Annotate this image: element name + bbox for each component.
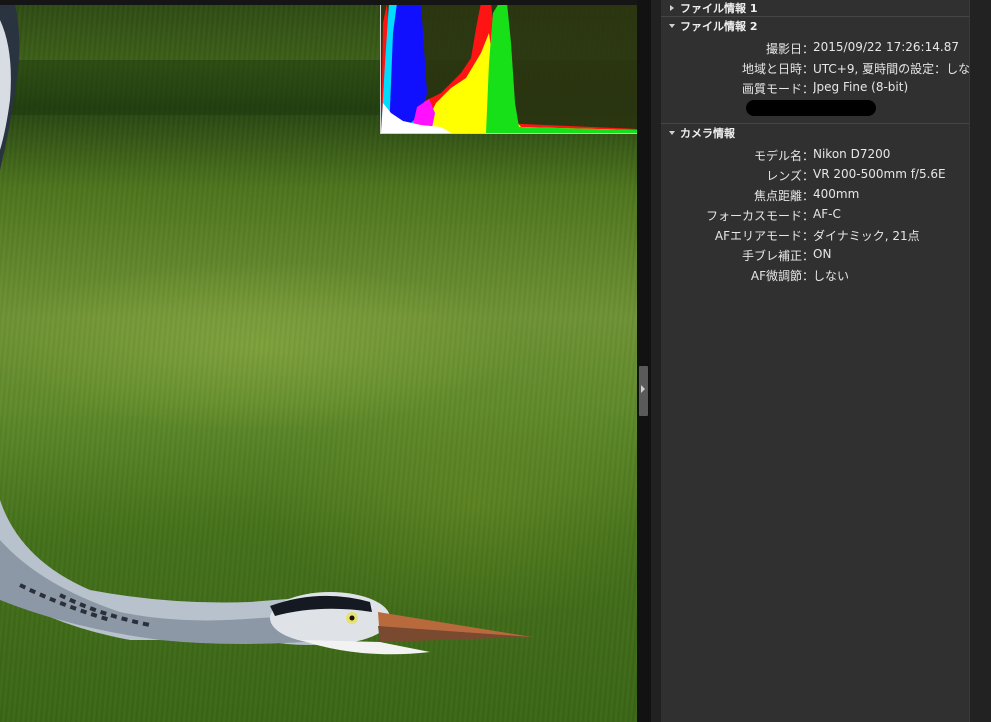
photo-viewer[interactable] bbox=[0, 0, 637, 722]
panel-gutter bbox=[651, 0, 661, 722]
viewer-top-bar bbox=[0, 0, 637, 5]
info-value: AF-C bbox=[813, 207, 841, 221]
info-row-focal-length: 焦点距離 ： 400mm bbox=[661, 185, 969, 205]
info-label: 地域と日時 bbox=[741, 62, 802, 76]
info-label: AFエリアモード bbox=[714, 229, 802, 243]
info-value: 400mm bbox=[813, 187, 860, 201]
info-value: ダイナミック, 21点 bbox=[813, 229, 920, 243]
histogram bbox=[380, 3, 637, 134]
info-label: 手ブレ補正 bbox=[741, 249, 802, 263]
panel-scrollbar[interactable] bbox=[969, 0, 991, 722]
triangle-right-icon bbox=[670, 5, 674, 11]
section-file-info-2-header[interactable]: ファイル情報 2 bbox=[666, 18, 757, 34]
triangle-down-icon bbox=[669, 131, 675, 135]
info-row-af-fine-tune: AF微調節 ： しない bbox=[661, 265, 969, 285]
info-label: AF微調節 bbox=[750, 269, 802, 283]
info-value: 2015/09/22 17:26:14.87 bbox=[813, 40, 959, 54]
info-label: 焦点距離 bbox=[753, 189, 802, 203]
section-title: カメラ情報 bbox=[680, 127, 735, 140]
panel-divider[interactable] bbox=[637, 0, 651, 722]
info-value: Jpeg Fine (8-bit) bbox=[813, 80, 909, 94]
redaction-mark bbox=[746, 100, 876, 116]
info-label: モデル名 bbox=[753, 149, 802, 163]
info-label: 撮影日 bbox=[765, 42, 802, 56]
info-value: ON bbox=[813, 247, 832, 261]
info-row-lens: レンズ ： VR 200-500mm f/5.6E bbox=[661, 165, 969, 185]
section-title: ファイル情報 2 bbox=[680, 20, 758, 33]
info-row-af-area-mode: AFエリアモード ： ダイナミック, 21点 bbox=[661, 225, 969, 245]
divider-collapse-handle[interactable] bbox=[639, 366, 648, 416]
info-row-quality: 画質モード ： Jpeg Fine (8-bit) bbox=[661, 78, 969, 98]
info-value: しない bbox=[813, 269, 850, 283]
section-title: ファイル情報 1 bbox=[680, 2, 758, 15]
section-camera-info-header[interactable]: カメラ情報 bbox=[666, 125, 735, 141]
info-value: UTC+9, 夏時間の設定：しない bbox=[813, 62, 969, 76]
info-row-focus-mode: フォーカスモード ： AF-C bbox=[661, 205, 969, 225]
info-row-shooting-date: 撮影日 ： 2015/09/22 17:26:14.87 bbox=[661, 38, 969, 58]
section-file-info-1-header[interactable]: ファイル情報 1 bbox=[666, 0, 757, 16]
info-label: レンズ bbox=[766, 169, 802, 183]
info-value: VR 200-500mm f/5.6E bbox=[813, 167, 946, 181]
info-row-region-time: 地域と日時 ： UTC+9, 夏時間の設定：しない bbox=[661, 58, 969, 78]
info-label: フォーカスモード bbox=[705, 209, 802, 223]
divider-line bbox=[661, 16, 969, 17]
divider-line bbox=[661, 123, 969, 124]
info-row-model: モデル名 ： Nikon D7200 bbox=[661, 145, 969, 165]
arrow-right-icon bbox=[641, 385, 645, 393]
info-value: Nikon D7200 bbox=[813, 147, 891, 161]
info-row-vibration-reduction: 手ブレ補正 ： ON bbox=[661, 245, 969, 265]
triangle-down-icon bbox=[669, 24, 675, 28]
info-label: 画質モード bbox=[741, 82, 802, 96]
